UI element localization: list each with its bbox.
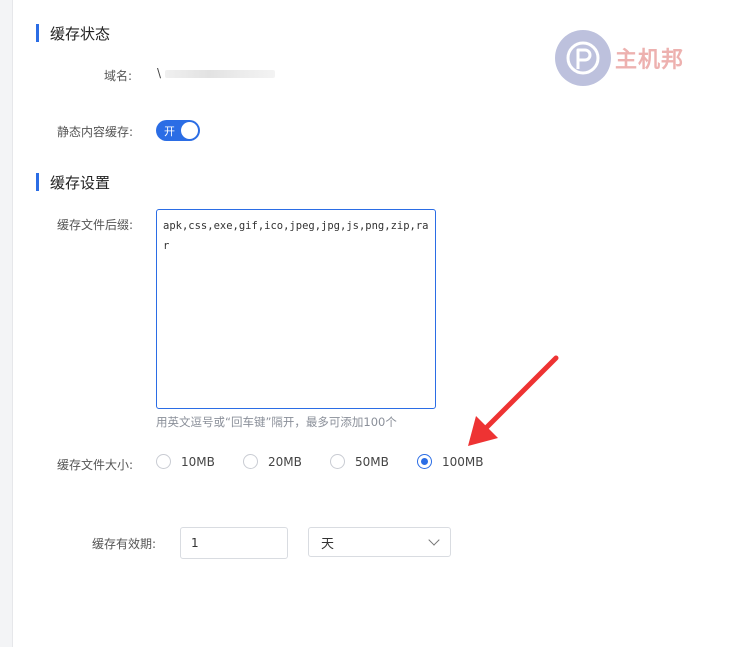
expiry-unit-value: 天 [321,536,335,552]
size-option-50mb[interactable]: 50MB [330,454,389,469]
expiry-label: 缓存有效期: [92,537,157,551]
size-option-100mb[interactable]: 100MB [417,454,484,469]
domain-value-text: \ [157,66,162,80]
domain-blur-mask [164,69,275,78]
static-cache-label: 静态内容缓存: [57,125,134,139]
radio-label: 50MB [355,454,389,469]
radio-circle-selected[interactable] [417,454,432,469]
left-sidebar-edge [0,0,13,647]
size-option-20mb[interactable]: 20MB [243,454,302,469]
radio-label: 20MB [268,454,302,469]
toggle-on-text: 开 [164,125,175,138]
radio-label: 10MB [181,454,215,469]
brand-p-icon [555,30,611,86]
domain-label: 域名: [104,69,133,83]
section-title-cache-settings: 缓存设置 [36,172,110,192]
suffix-textarea[interactable]: apk,css,exe,gif,ico,jpeg,jpg,js,png,zip,… [156,209,436,409]
size-label: 缓存文件大小: [57,458,134,472]
section-title-text: 缓存设置 [50,173,111,192]
radio-circle[interactable] [243,454,258,469]
radio-label: 100MB [442,454,484,469]
suffix-label: 缓存文件后缀: [57,218,134,232]
static-cache-toggle[interactable]: 开 [156,120,200,141]
expiry-value-input[interactable] [180,527,288,559]
chevron-down-icon [428,534,440,546]
watermark-text: 主机邦 [615,48,685,73]
radio-circle[interactable] [330,454,345,469]
watermark-logo: 主机邦 [555,30,684,86]
section-accent-bar [36,24,39,42]
suffix-hint: 用英文逗号或“回车键”隔开，最多可添加100个 [156,415,397,429]
radio-circle[interactable] [156,454,171,469]
section-accent-bar [36,173,39,191]
section-title-cache-status: 缓存状态 [36,23,110,43]
size-option-10mb[interactable]: 10MB [156,454,215,469]
section-title-text: 缓存状态 [50,24,111,43]
domain-value: \ [157,66,275,80]
expiry-unit-select[interactable]: 天 [308,527,451,557]
red-arrow-icon [468,355,559,446]
toggle-knob [181,122,198,139]
